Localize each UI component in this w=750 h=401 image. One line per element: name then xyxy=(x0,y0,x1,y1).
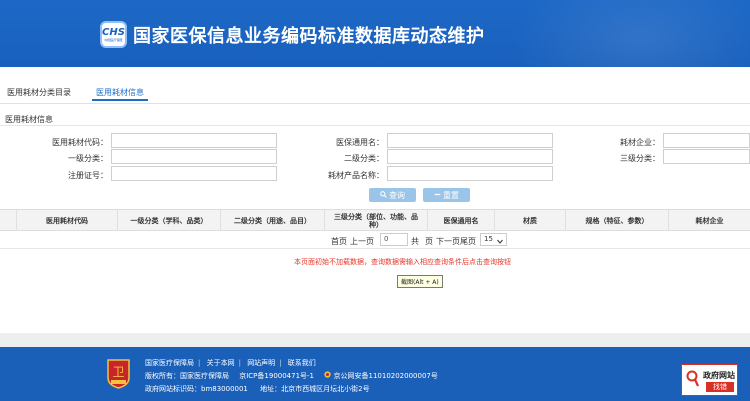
search-button[interactable]: 查询 xyxy=(369,188,416,202)
magnifier-flag-icon xyxy=(686,370,699,390)
footer-links: 国家医疗保障局 | 关于本网 | 网站声明 | 联系我们 xyxy=(145,358,320,368)
minus-icon xyxy=(434,191,441,200)
page-size-select[interactable]: 15 xyxy=(480,233,507,246)
column-header: 材质 xyxy=(495,210,566,231)
level3-select[interactable] xyxy=(663,149,750,164)
column-header: 二级分类（用途、品目） xyxy=(221,210,325,231)
chevron-down-icon xyxy=(497,237,503,248)
total-label: 共 xyxy=(411,237,419,246)
column-header: 一级分类（学科、品类） xyxy=(118,210,221,231)
site-title: 国家医保信息业务编码标准数据库动态维护 xyxy=(133,26,485,47)
tab-divider xyxy=(0,103,750,104)
search-form: 医用耗材代码： 医保通用名： 耗材企业： 一级分类： 二级分类： 三级分类： 注… xyxy=(0,125,750,185)
page-unit-label: 页 xyxy=(425,237,433,246)
footer-link-separator: | xyxy=(198,359,201,367)
reg-no-label: 注册证号： xyxy=(68,171,108,180)
level1-label: 一级分类： xyxy=(68,154,108,163)
next-page-link[interactable]: 下一页 xyxy=(436,236,460,247)
police-record-link[interactable]: 京公网安备11010202000007号 xyxy=(334,372,438,380)
footer-link[interactable]: 国家医疗保障局 xyxy=(145,359,194,367)
row-number-header xyxy=(0,210,17,231)
address-text: 地址：北京市西城区月坛北小街2号 xyxy=(260,385,370,393)
screenshot-tooltip: 截图(Alt + A) xyxy=(397,275,443,288)
footer-link[interactable]: 网站声明 xyxy=(247,359,275,367)
prev-page-link[interactable]: 上一页 xyxy=(350,236,374,247)
product-name-label: 耗材产品名称： xyxy=(328,171,384,180)
site-header: CHS 中国医疗保障 国家医保信息业务编码标准数据库动态维护 xyxy=(0,0,750,67)
level2-label: 二级分类： xyxy=(344,154,384,163)
reg-no-input[interactable] xyxy=(111,166,277,181)
footer-link[interactable]: 关于本网 xyxy=(207,359,235,367)
logo-text: CHS xyxy=(102,26,125,38)
company-input[interactable] xyxy=(663,133,750,148)
first-page-link[interactable]: 首页 xyxy=(331,236,347,247)
page-size-value: 15 xyxy=(484,235,493,243)
svg-text:卫: 卫 xyxy=(112,365,124,379)
footer-spacer xyxy=(0,333,750,347)
copyright-text: 版权所有：国家医疗保障局 xyxy=(145,372,229,380)
page-number-input[interactable]: 0 xyxy=(380,233,408,246)
column-header: 医保通用名 xyxy=(428,210,495,231)
last-page-link[interactable]: 尾页 xyxy=(460,236,476,247)
pagination-bar: 首页 上一页 0 共 页 下一页 尾页 15 xyxy=(0,231,750,249)
gov-badge-title: 政府网站 xyxy=(703,371,735,380)
icp-link[interactable]: 京ICP备19000471号-1 xyxy=(239,372,314,380)
footer-site-info: 政府网站标识码：bm83000001 地址：北京市西城区月坛北小街2号 xyxy=(145,384,370,394)
site-footer: 卫 国家医疗保障局 | 关于本网 | 网站声明 | 联系我们 版权所有：国家医疗保障局… xyxy=(0,347,750,401)
footer-link-separator: | xyxy=(279,359,282,367)
police-icon xyxy=(324,371,333,380)
tab-material-catalog[interactable]: 医用耗材分类目录 xyxy=(7,87,71,98)
logo-subtext: 中国医疗保障 xyxy=(104,37,123,42)
chs-logo-icon: CHS 中国医疗保障 xyxy=(100,21,127,48)
search-icon xyxy=(380,190,387,200)
footer-link-separator: | xyxy=(238,359,241,367)
column-header: 医用耗材代码 xyxy=(17,210,118,231)
product-name-input[interactable] xyxy=(387,166,553,181)
material-code-label: 医用耗材代码： xyxy=(52,138,108,147)
header-decoration xyxy=(510,0,750,67)
insurance-name-input[interactable] xyxy=(387,133,553,148)
gov-badge-action: 找错 xyxy=(706,382,734,392)
tab-material-info[interactable]: 医用耗材信息 xyxy=(92,87,148,101)
tab-bar: 医用耗材分类目录 医用耗材信息 xyxy=(0,67,750,105)
gov-site-error-badge[interactable]: 政府网站 找错 xyxy=(681,364,738,396)
column-header: 规格（特征、参数） xyxy=(566,210,669,231)
column-header: 耗材企业 xyxy=(695,216,724,225)
material-code-input[interactable] xyxy=(111,133,277,148)
section-title: 医用耗材信息 xyxy=(5,115,53,124)
column-header: 三级分类（部位、功能、品种） xyxy=(325,210,428,231)
notice-text: 本页面初始不加载数据，查询数据需输入相应查询条件后点击查询按钮 xyxy=(294,258,511,266)
search-button-label: 查询 xyxy=(389,190,405,200)
level3-label: 三级分类： xyxy=(620,154,660,163)
level1-select[interactable] xyxy=(111,149,277,164)
footer-link[interactable]: 联系我们 xyxy=(288,359,316,367)
level2-select[interactable] xyxy=(387,149,553,164)
footer-copyright-line: 版权所有：国家医疗保障局 京ICP备19000471号-1 京公网安备11010… xyxy=(145,371,438,381)
insurance-name-label: 医保通用名： xyxy=(336,138,384,147)
reset-button[interactable]: 重置 xyxy=(423,188,470,202)
site-id-text: 政府网站标识码：bm83000001 xyxy=(145,385,248,393)
national-emblem-icon: 卫 xyxy=(105,358,132,389)
company-label: 耗材企业： xyxy=(620,138,660,147)
table-header: 医用耗材代码 一级分类（学科、品类） 二级分类（用途、品目） 三级分类（部位、功… xyxy=(0,209,750,231)
reset-button-label: 重置 xyxy=(443,190,459,200)
